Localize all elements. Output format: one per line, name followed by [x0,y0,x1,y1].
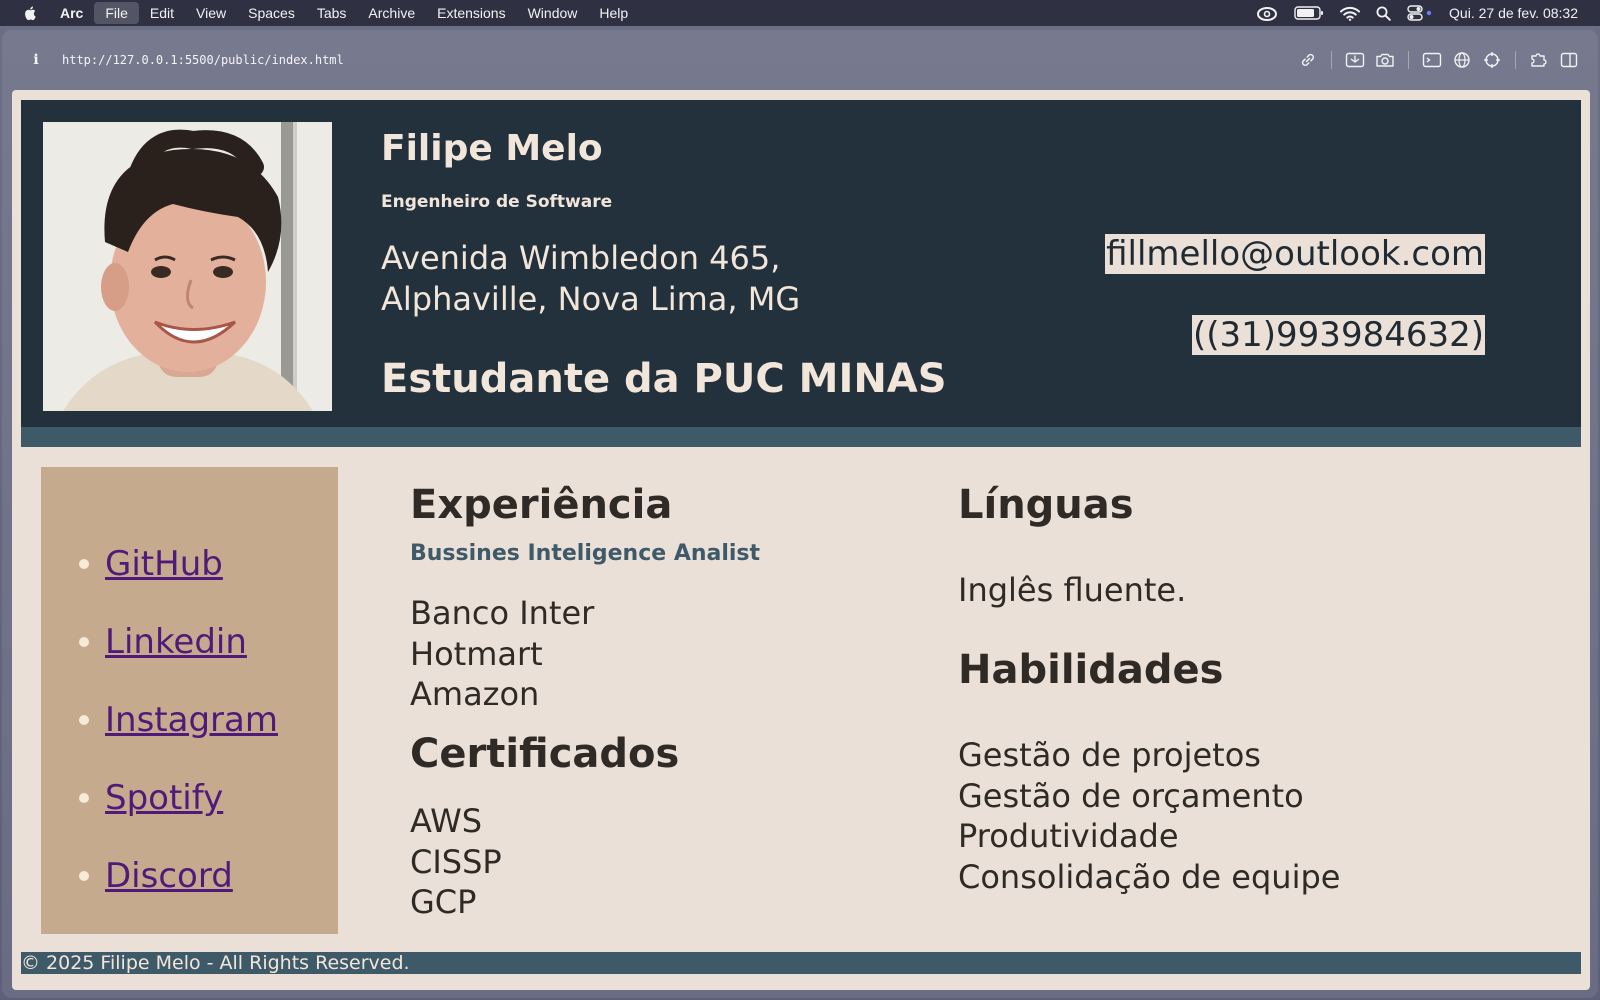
menu-window[interactable]: Window [517,2,589,24]
list-item: Amazon [410,675,540,713]
toolbar-separator [1515,51,1516,69]
list-item: AWS [410,802,483,840]
profile-address: Avenida Wimbledon 465, Alphaville, Nova … [381,238,800,320]
page-viewport: Filipe Melo Engenheiro de Software Aveni… [12,90,1590,990]
bullet [79,637,89,647]
browser-window: i http://127.0.0.1:5500/public/index.htm… [2,30,1598,998]
certificates-heading: Certificados [410,731,680,777]
social-links-sidebar: GitHub Linkedin Instagram Spotify Discor… [41,467,338,934]
experience-subtitle: Bussines Inteligence Analist [410,541,761,566]
globe-icon[interactable] [1447,45,1477,75]
certificates-list: AWS CISSP GCP [410,801,502,923]
bullet [79,793,89,803]
menu-edit[interactable]: Edit [139,2,185,24]
list-item: Instagram [79,681,278,759]
toolbar-separator [1408,51,1409,69]
url-text[interactable]: http://127.0.0.1:5500/public/index.html [62,53,344,67]
toolbar-actions [1293,45,1584,75]
bullet [79,559,89,569]
toolbar-separator [1331,51,1332,69]
link-linkedin[interactable]: Linkedin [105,622,247,662]
control-center-icon[interactable] [1407,5,1433,21]
skills-list: Gestão de projetos Gestão de orçamento P… [958,735,1340,897]
creative-cloud-icon[interactable] [1256,5,1278,21]
bullet [79,871,89,881]
list-item: Consolidação de equipe [958,857,1341,896]
page-footer: © 2025 Filipe Melo - All Rights Reserved… [21,952,1581,974]
site-info-icon[interactable]: i [28,52,44,68]
camera-icon[interactable] [1370,45,1400,75]
status-area: Qui. 27 de fev. 08:32 [1256,5,1600,21]
list-item: GCP [410,883,477,921]
copy-link-icon[interactable] [1293,45,1323,75]
target-icon[interactable] [1477,45,1507,75]
wifi-icon[interactable] [1340,6,1361,21]
list-item: Discord [79,837,278,915]
address-line-2: Alphaville, Nova Lima, MG [381,280,801,318]
list-item: CISSP [410,842,502,881]
list-item: Linkedin [79,603,278,681]
link-github[interactable]: GitHub [105,544,223,584]
bullet [79,715,89,725]
contact-phone[interactable]: ((31)993984632) [1191,315,1485,355]
menu-app-name[interactable]: Arc [56,2,94,24]
list-item: Hotmart [410,634,543,673]
list-item: Produtividade [958,817,1179,855]
languages-list: Inglês fluente. [958,570,1186,611]
menu-bar: Arc File Edit View Spaces Tabs Archive E… [0,0,1600,26]
list-item: Spotify [79,759,278,837]
sidebar-toggle-icon[interactable] [1554,45,1584,75]
spotlight-search-icon[interactable] [1376,6,1391,21]
address-line-1: Avenida Wimbledon 465, [381,239,781,277]
list-item: Inglês fluente. [958,571,1187,609]
battery-icon[interactable] [1294,6,1324,20]
profile-photo [43,122,332,411]
link-instagram[interactable]: Instagram [105,700,278,740]
link-discord[interactable]: Discord [105,856,233,896]
menu-help[interactable]: Help [588,2,639,24]
menu-file[interactable]: File [94,2,139,24]
profile-name: Filipe Melo [381,128,603,169]
languages-heading: Línguas [958,482,1134,528]
menu-tabs[interactable]: Tabs [306,2,358,24]
capture-icon[interactable] [1340,45,1370,75]
apple-icon[interactable] [20,5,42,21]
list-item: Gestão de orçamento [958,776,1304,815]
menu-archive[interactable]: Archive [357,2,426,24]
console-icon[interactable] [1417,45,1447,75]
link-spotify[interactable]: Spotify [105,778,223,818]
list-item: GitHub [79,525,278,603]
contact-email[interactable]: fillmello@outlook.com [1105,234,1485,274]
skills-heading: Habilidades [958,647,1224,693]
profile-role: Engenheiro de Software [381,192,613,212]
list-item: Banco Inter [410,594,595,632]
menu-spaces[interactable]: Spaces [237,2,306,24]
profile-header: Filipe Melo Engenheiro de Software Aveni… [21,100,1581,427]
header-divider [21,427,1581,447]
menu-view[interactable]: View [185,2,237,24]
menubar-clock[interactable]: Qui. 27 de fev. 08:32 [1449,5,1578,21]
profile-education: Estudante da PUC MINAS [381,356,947,402]
menu-extensions[interactable]: Extensions [426,2,516,24]
social-links-list: GitHub Linkedin Instagram Spotify Discor… [79,525,278,915]
address-bar: i http://127.0.0.1:5500/public/index.htm… [2,30,1598,90]
experience-heading: Experiência [410,482,673,528]
list-item: Gestão de projetos [958,736,1261,774]
extensions-icon[interactable] [1524,45,1554,75]
experience-list: Banco Inter Hotmart Amazon [410,593,594,715]
